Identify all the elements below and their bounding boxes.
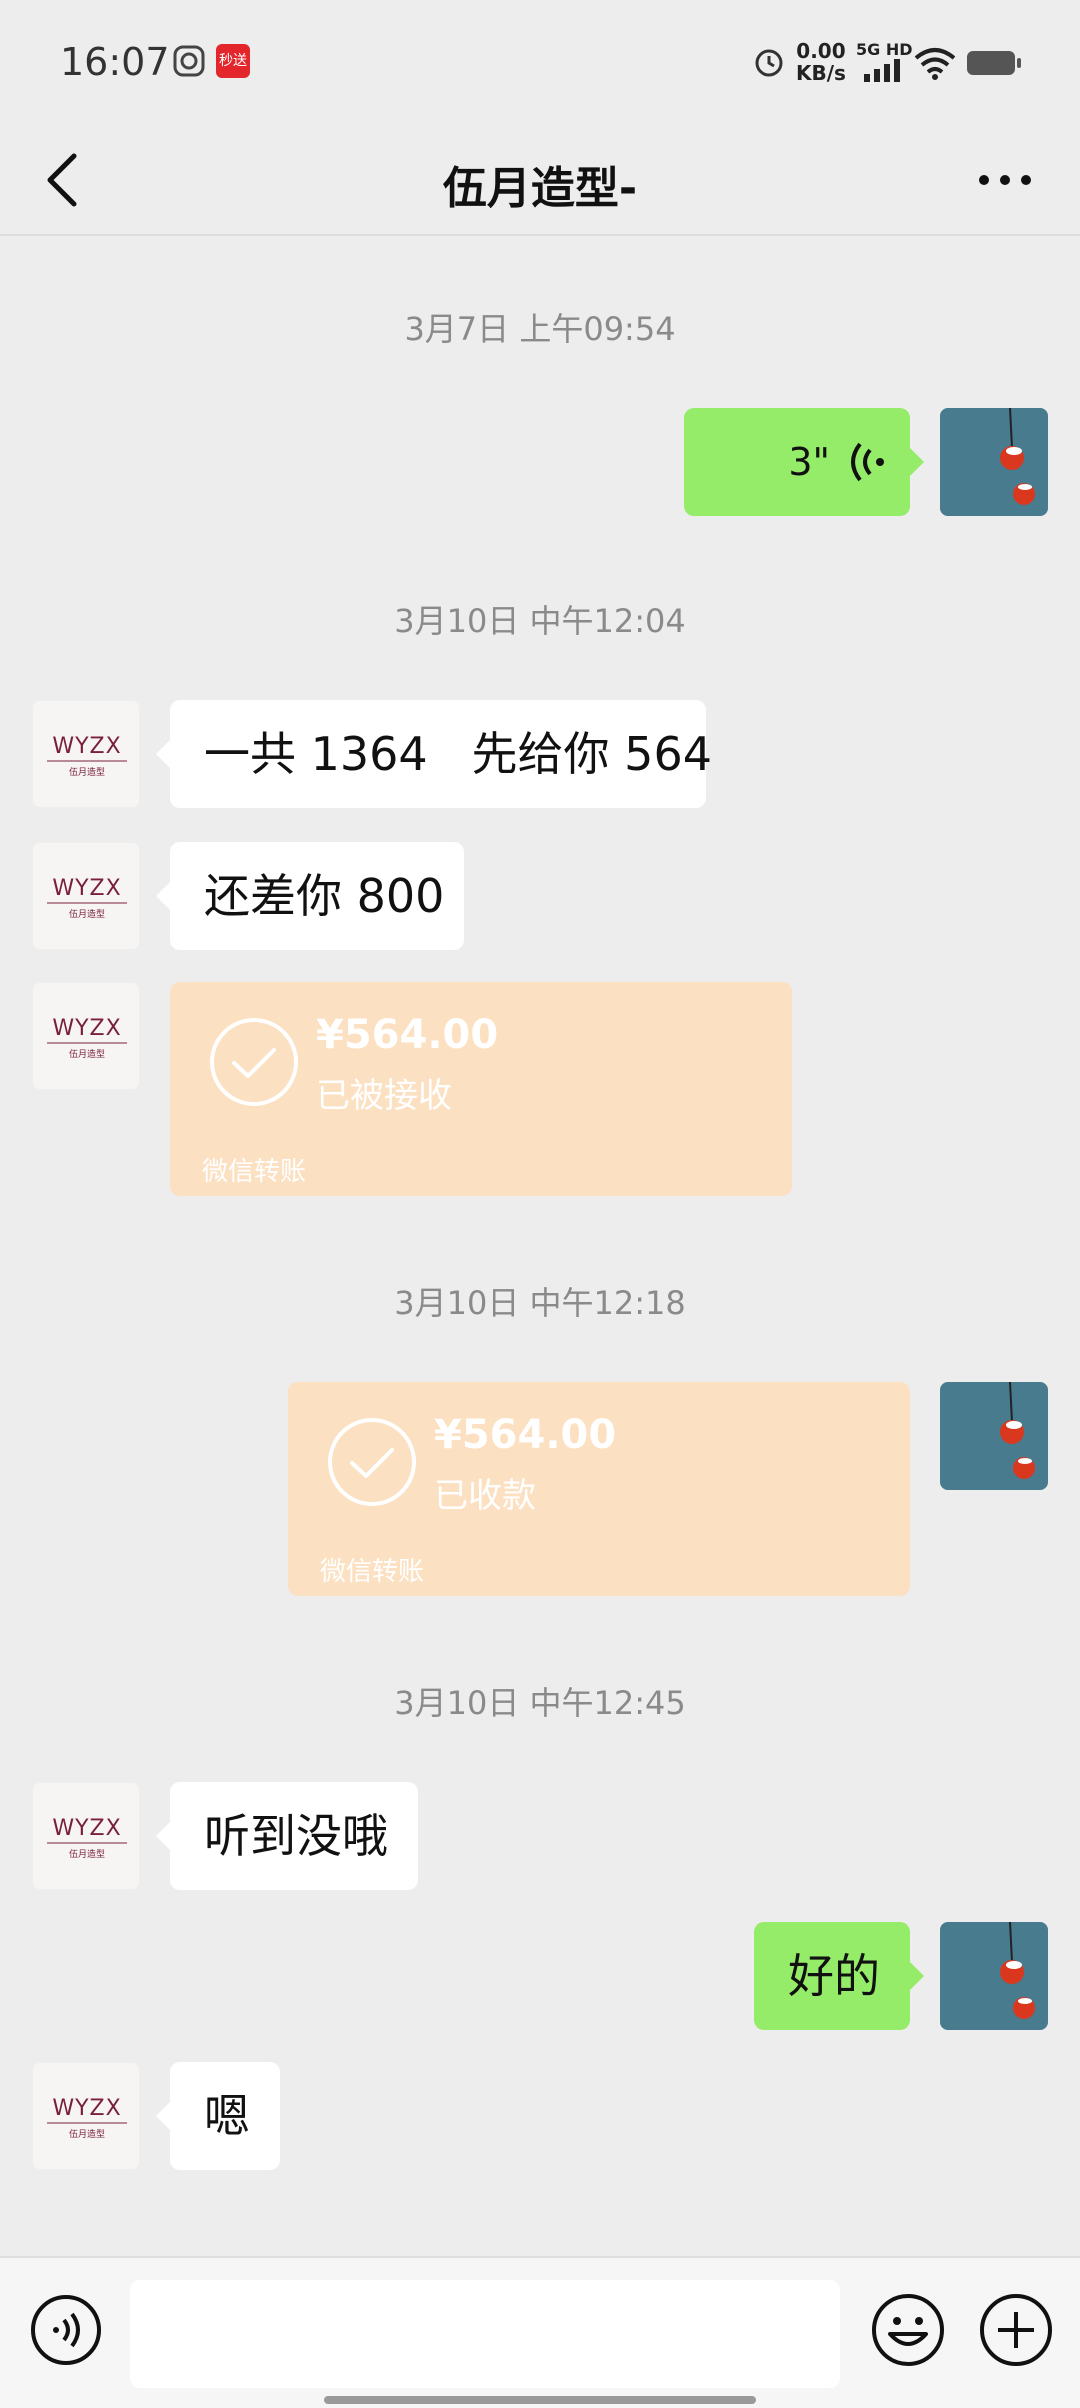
check-circle-icon <box>210 1018 298 1106</box>
transfer-status: 已收款 <box>434 1476 536 1516</box>
wifi-icon <box>914 48 956 80</box>
transfer-footer: 微信转账 <box>320 1557 425 1587</box>
app-badge-icon: 秒送 <box>216 44 250 78</box>
text-message[interactable]: 嗯 <box>156 2062 280 2170</box>
transfer-amount: ¥564.00 <box>316 1012 499 1058</box>
message-input[interactable] <box>130 2280 840 2388</box>
contact-avatar[interactable]: WYZX 伍月造型 <box>32 2062 140 2170</box>
plus-icon[interactable] <box>978 2292 1054 2368</box>
net-speed: 0.00 KB/s <box>796 40 846 84</box>
brand-logo-subtext: 伍月造型 <box>69 766 105 778</box>
chat-header: 伍月造型- <box>0 126 1080 236</box>
status-time: 16:07 <box>60 40 170 84</box>
brand-logo-text: WYZX <box>52 876 121 901</box>
transfer-amount: ¥564.00 <box>434 1412 617 1458</box>
home-indicator[interactable] <box>324 2396 756 2404</box>
timestamp: 3月10日 中午12:18 <box>394 1284 686 1322</box>
brand-logo-icon: WYZX 伍月造型 <box>47 1016 127 1060</box>
status-bar: 16:07 秒送 0.00 KB/s 5G HD <box>0 0 1080 126</box>
input-bar <box>0 2256 1080 2408</box>
brand-logo-subtext: 伍月造型 <box>69 2128 105 2140</box>
brand-logo-text: WYZX <box>52 734 121 759</box>
net-speed-unit: KB/s <box>796 61 846 85</box>
battery-icon <box>967 51 1021 75</box>
contact-avatar[interactable]: WYZX 伍月造型 <box>32 982 140 1090</box>
brand-logo-icon: WYZX 伍月造型 <box>47 876 127 920</box>
signal-icon <box>864 59 900 82</box>
transfer-card[interactable]: ¥564.00 已收款 微信转账 <box>288 1382 910 1596</box>
more-button[interactable] <box>970 152 1040 208</box>
timestamp: 3月10日 中午12:45 <box>394 1684 686 1722</box>
voice-wave-icon <box>851 442 884 482</box>
brand-logo-subtext: 伍月造型 <box>69 1848 105 1860</box>
text-message[interactable]: 好的 <box>754 1922 924 2030</box>
brand-logo-text: WYZX <box>52 2096 121 2121</box>
my-avatar[interactable] <box>940 408 1048 516</box>
brand-logo-icon: WYZX 伍月造型 <box>47 2096 127 2140</box>
brand-logo-icon: WYZX 伍月造型 <box>47 1816 127 1860</box>
text-message[interactable]: 还差你 800 <box>156 842 464 950</box>
timestamp: 3月7日 上午09:54 <box>404 310 676 348</box>
network-type: 5G HD <box>856 40 913 59</box>
timestamp: 3月10日 中午12:04 <box>394 602 686 640</box>
transfer-status: 已被接收 <box>316 1076 452 1116</box>
emoji-icon[interactable] <box>870 2292 946 2368</box>
chat-title: 伍月造型- <box>442 163 638 214</box>
chat-screen: 16:07 秒送 0.00 KB/s 5G HD 伍月造型- 3月7日 上午09… <box>0 0 1080 2408</box>
brand-logo-subtext: 伍月造型 <box>69 908 105 920</box>
voice-duration: 3" <box>788 440 830 484</box>
voice-toggle-icon[interactable] <box>30 2294 102 2366</box>
my-avatar[interactable] <box>940 1382 1048 1490</box>
transfer-footer: 微信转账 <box>202 1157 307 1187</box>
contact-avatar[interactable]: WYZX 伍月造型 <box>32 1782 140 1890</box>
check-circle-icon <box>328 1418 416 1506</box>
transfer-card[interactable]: ¥564.00 已被接收 微信转账 <box>170 982 792 1196</box>
alarm-icon <box>755 49 783 77</box>
brand-logo-text: WYZX <box>52 1016 121 1041</box>
text-message[interactable]: 一共 1364 先给你 564 <box>156 700 712 808</box>
contact-avatar[interactable]: WYZX 伍月造型 <box>32 700 140 808</box>
voice-message[interactable]: 3" <box>684 408 924 516</box>
contact-avatar[interactable]: WYZX 伍月造型 <box>32 842 140 950</box>
brand-logo-icon: WYZX 伍月造型 <box>47 734 127 778</box>
brand-logo-text: WYZX <box>52 1816 121 1841</box>
text-message[interactable]: 听到没哦 <box>156 1782 418 1890</box>
my-avatar[interactable] <box>940 1922 1048 2030</box>
net-speed-value: 0.00 <box>796 39 846 63</box>
notification-icon <box>173 45 205 77</box>
brand-logo-subtext: 伍月造型 <box>69 1048 105 1060</box>
